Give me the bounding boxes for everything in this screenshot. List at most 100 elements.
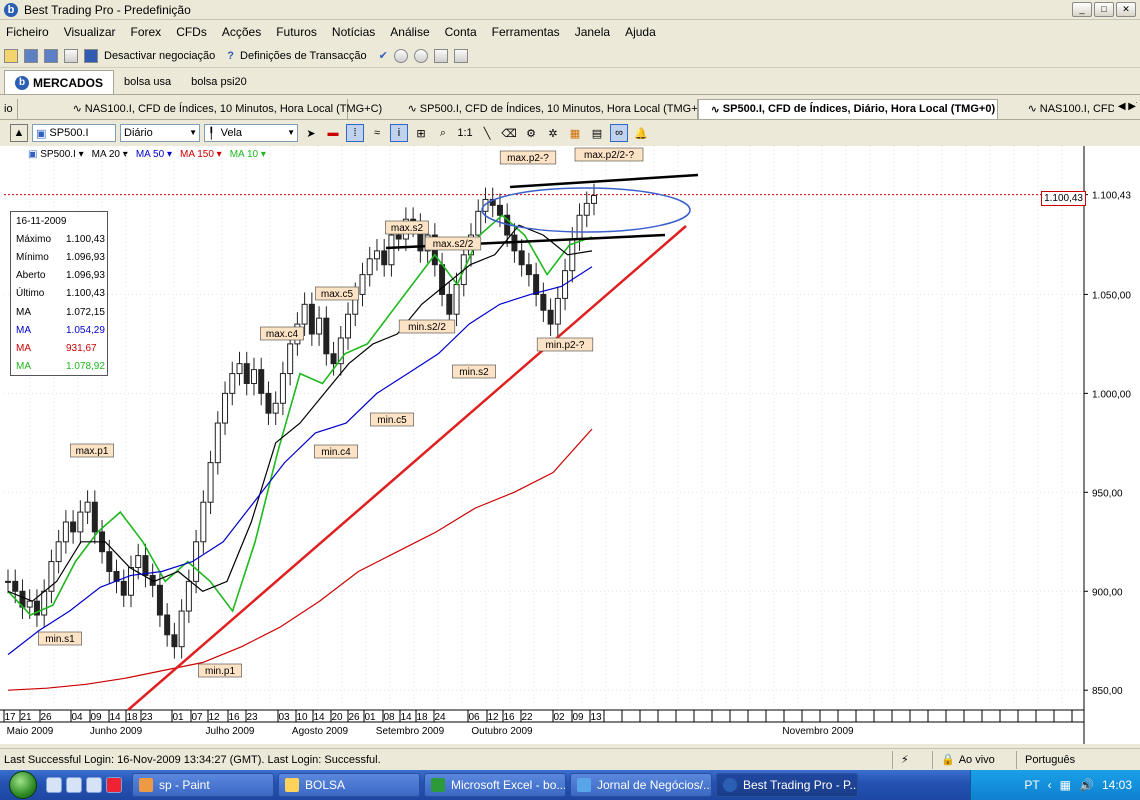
start-button[interactable] (0, 770, 46, 800)
task-best-trading[interactable]: Best Trading Pro - P... (716, 773, 858, 797)
language-status[interactable]: Português (1016, 750, 1140, 769)
menu-cfds[interactable]: CFDs (176, 25, 207, 39)
properties-icon[interactable]: ▤ (588, 124, 606, 142)
menu-accoes[interactable]: Acções (222, 25, 261, 39)
x-tick-label: 18 (416, 712, 428, 723)
template-icon[interactable]: ▦ (566, 124, 584, 142)
menu-ajuda[interactable]: Ajuda (625, 25, 656, 39)
menu-janela[interactable]: Janela (575, 25, 610, 39)
task-paint[interactable]: sp - Paint (132, 773, 274, 797)
task-browser[interactable]: Jornal de Negócios/... (570, 773, 712, 797)
symbol-combo[interactable]: ▣ SP500.I (32, 124, 116, 142)
refresh-icon[interactable] (453, 48, 468, 63)
save-as-icon[interactable] (44, 48, 58, 63)
tray-language[interactable]: PT (1024, 778, 1039, 792)
network-icon[interactable]: ▦ (1060, 778, 1071, 792)
trendline-icon[interactable]: ╲ (478, 124, 496, 142)
menu-visualizar[interactable]: Visualizar (64, 25, 116, 39)
print-icon[interactable] (64, 48, 78, 63)
maximize-button[interactable]: □ (1094, 2, 1114, 17)
alert-bell-icon[interactable]: 🔔 (632, 124, 650, 142)
deactivate-trading-icon[interactable] (84, 48, 98, 63)
chart-window-icon[interactable]: ▲ (10, 124, 28, 142)
cursor-icon[interactable]: ➤ (302, 124, 320, 142)
back-icon[interactable] (393, 48, 408, 63)
candle-body (12, 580, 19, 592)
live-status: 🔒 Ao vivo (932, 750, 1016, 769)
login-status: Last Successful Login: 16-Nov-2009 13:34… (4, 753, 381, 766)
checkmark-icon[interactable]: ✔ (379, 49, 388, 62)
magic-icon[interactable]: ✲ (544, 124, 562, 142)
menu-ficheiro[interactable]: Ficheiro (6, 25, 49, 39)
x-tick-label: 26 (348, 712, 360, 723)
tab-bolsa-psi20[interactable]: bolsa psi20 (181, 70, 257, 94)
candle-body (265, 392, 272, 414)
info-value: 931,67 (66, 342, 97, 354)
period-select[interactable]: Diário ▼ (120, 124, 200, 142)
chart-type-select[interactable]: ╿ Vela ▼ (204, 124, 298, 142)
chart-tab-nas100-10min[interactable]: ∿ NAS100.I, CFD de Índices, 10 Minutos, H… (18, 98, 382, 119)
tab-scroll-arrows[interactable]: ◀ ▶ (1113, 101, 1136, 112)
chart-panel[interactable]: ▣ SP500.I ▾ MA 20 ▾ MA 50 ▾ MA 150 ▾ MA … (0, 146, 1140, 744)
volume-icon[interactable]: 🔊 (1079, 778, 1094, 792)
home-icon[interactable] (433, 48, 448, 63)
lock-icon: 🔒 (941, 754, 955, 766)
internet-explorer-icon[interactable] (86, 777, 102, 793)
task-excel[interactable]: Microsoft Excel - bo... (424, 773, 566, 797)
chart-tab-label: SP500.I, CFD de Índices, 10 Minutos, Hor… (419, 102, 708, 115)
forward-icon[interactable] (413, 48, 428, 63)
switch-windows-icon[interactable] (66, 777, 82, 793)
opera-icon[interactable] (106, 777, 122, 793)
menu-analise[interactable]: Análise (390, 25, 429, 39)
eraser-icon[interactable]: ⌫ (500, 124, 518, 142)
clock[interactable]: 14:03 (1102, 778, 1132, 792)
candle-body (359, 274, 366, 295)
x-tick-label: 20 (331, 712, 343, 723)
tab-mercados[interactable]: b MERCADOS (4, 70, 115, 94)
menu-forex[interactable]: Forex (131, 25, 162, 39)
candle-body (518, 250, 525, 266)
tab-bolsa-usa[interactable]: bolsa usa (114, 70, 181, 94)
x-month-label: Agosto 2009 (292, 726, 349, 737)
show-desktop-icon[interactable] (46, 777, 62, 793)
chart-tab-label: SP500.I, CFD de Índices, Diário, Hora Lo… (722, 103, 996, 115)
price-chart[interactable]: 850,00 900,00 950,00 1.000,00 1.050,00 1.100,… (0, 146, 1140, 744)
x-tick-label: 21 (20, 712, 32, 723)
menu-ferramentas[interactable]: Ferramentas (492, 25, 560, 39)
zoom-reset-icon[interactable]: 1:1 (456, 124, 474, 142)
info-value: 1.054,29 (66, 324, 105, 336)
quick-launch (46, 777, 122, 793)
candle-body (330, 353, 337, 365)
link-icon[interactable]: ∞ (610, 124, 628, 142)
info-label: MA (16, 342, 31, 354)
tray-expand-icon[interactable]: ‹ (1048, 778, 1052, 792)
indicator-icon[interactable]: ≈ (368, 124, 386, 142)
minimize-button[interactable]: _ (1072, 2, 1092, 17)
annotation-label: min.c5 (377, 415, 407, 426)
info-value: 1.078,92 (66, 361, 105, 373)
zoom-area-icon[interactable]: ⊞ (412, 124, 430, 142)
close-button[interactable]: ✕ (1116, 2, 1136, 17)
task-bolsa[interactable]: BOLSA (278, 773, 420, 797)
crosshair-icon[interactable]: ▬ (324, 124, 342, 142)
x-tick-label: 06 (468, 712, 480, 723)
grid-dots-icon[interactable]: ⁞ (346, 124, 364, 142)
x-tick-label: 12 (208, 712, 220, 723)
menu-conta[interactable]: Conta (445, 25, 477, 39)
open-folder-icon[interactable] (4, 48, 18, 63)
x-tick-label: 26 (40, 712, 52, 723)
chart-tab-partial[interactable]: io (0, 98, 18, 119)
transaction-settings-button[interactable]: Definições de Transacção (240, 50, 367, 62)
chart-tab-sp500-10min[interactable]: ∿ SP500.I, CFD de Índices, 10 Minutos, Ho… (348, 98, 707, 119)
menu-noticias[interactable]: Notícias (332, 25, 375, 39)
info-window-icon[interactable]: i (390, 124, 408, 142)
menu-futuros[interactable]: Futuros (276, 25, 317, 39)
chart-tab-label: NAS100.I, CFD de Índices, 10 Minutos, Ho… (84, 102, 383, 115)
settings-icon[interactable]: ⚙ (522, 124, 540, 142)
deactivate-trading-button[interactable]: Desactivar negociação (104, 50, 215, 62)
save-icon[interactable] (24, 48, 38, 63)
status-bar: Last Successful Login: 16-Nov-2009 13:34… (0, 748, 1140, 770)
candle-body (345, 313, 352, 339)
chart-tab-sp500-daily[interactable]: ∿ SP500.I, CFD de Índices, Diário, Hora L… (697, 98, 998, 119)
zoom-icon[interactable]: ⌕ (434, 124, 452, 142)
